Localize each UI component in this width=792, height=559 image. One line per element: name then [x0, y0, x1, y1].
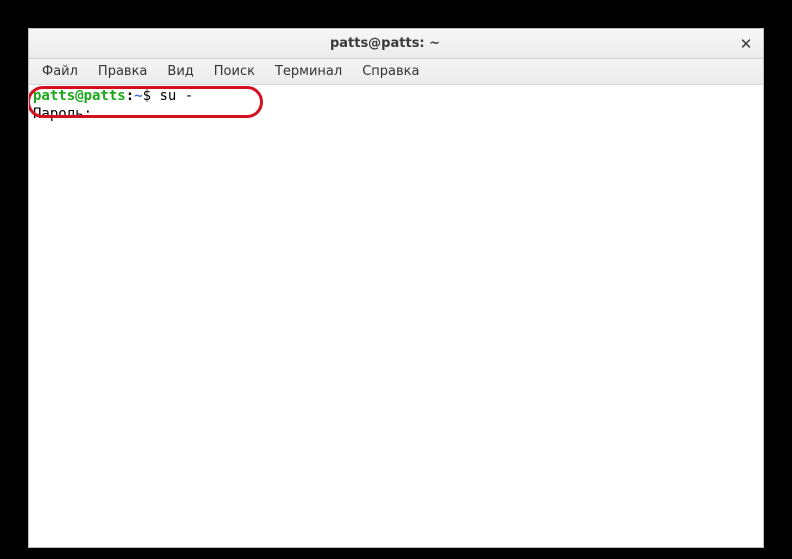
password-prompt: Пароль: [33, 106, 100, 122]
menubar: Файл Правка Вид Поиск Терминал Справка [29, 59, 763, 85]
prompt-symbol: $ [143, 88, 160, 104]
menu-terminal[interactable]: Терминал [266, 61, 351, 82]
titlebar: patts@patts: ~ ✕ [29, 29, 763, 59]
terminal-line-1: patts@patts:~$ su - [33, 87, 759, 105]
close-icon: ✕ [740, 35, 753, 53]
prompt-path: ~ [134, 88, 142, 104]
terminal-body[interactable]: patts@patts:~$ su - Пароль: [29, 85, 763, 547]
terminal-window: patts@patts: ~ ✕ Файл Правка Вид Поиск Т… [28, 28, 764, 548]
window-title: patts@patts: ~ [35, 36, 735, 51]
menu-search[interactable]: Поиск [205, 61, 264, 82]
prompt-user-host: patts@patts [33, 88, 126, 104]
menu-help[interactable]: Справка [353, 61, 428, 82]
menu-edit[interactable]: Правка [89, 61, 156, 82]
menu-view[interactable]: Вид [158, 61, 202, 82]
prompt-separator: : [126, 88, 134, 104]
menu-file[interactable]: Файл [33, 61, 87, 82]
command-text: su - [159, 88, 193, 104]
terminal-line-2: Пароль: [33, 105, 759, 123]
close-button[interactable]: ✕ [735, 33, 757, 55]
